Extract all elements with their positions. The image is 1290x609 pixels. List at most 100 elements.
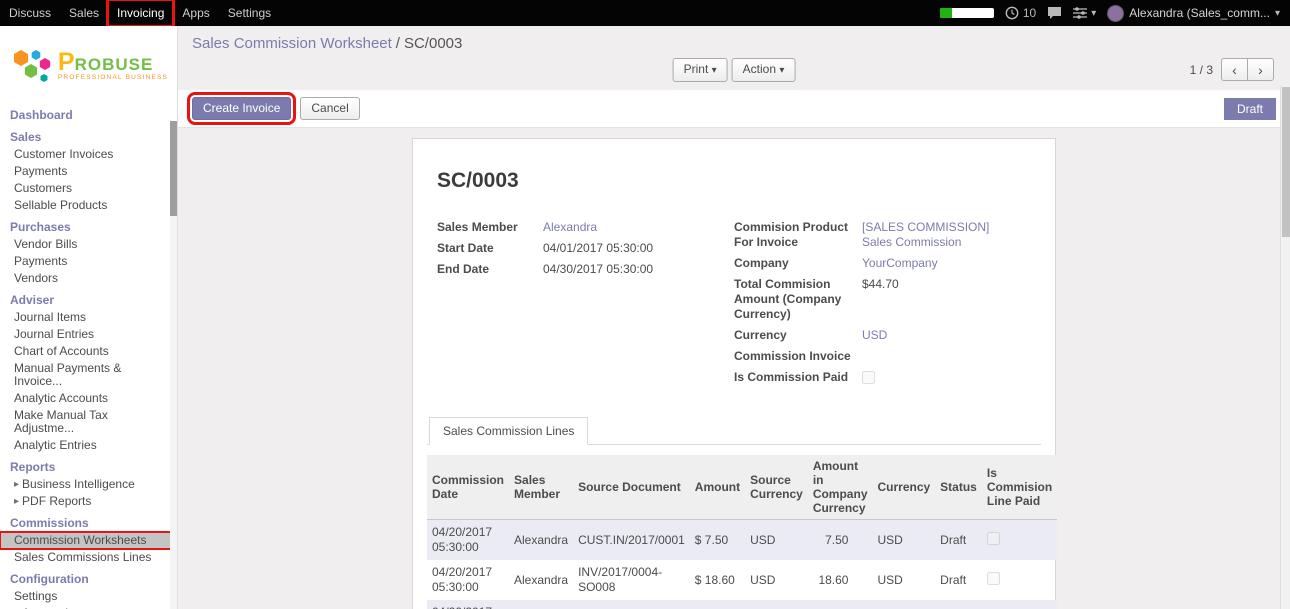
pager-previous-button[interactable]: ‹	[1221, 58, 1248, 81]
sidebar-item-analytic-accounts[interactable]: Analytic Accounts	[0, 390, 177, 407]
cell-source-document: INV/2017/0004-SO008	[573, 560, 690, 600]
field-value-total-commission-amount: $44.70	[862, 277, 899, 292]
cell-source-currency: USD	[745, 600, 808, 609]
sidebar-item-sales-commissions-lines[interactable]: Sales Commissions Lines	[0, 549, 177, 566]
tab-sales-commission-lines[interactable]: Sales Commission Lines	[429, 417, 588, 445]
menu-sales[interactable]: Sales	[60, 0, 108, 26]
sidebar-item-business-intelligence[interactable]: ▸Business Intelligence	[0, 476, 177, 493]
sidebar-item-chart-of-accounts[interactable]: Chart of Accounts	[0, 343, 177, 360]
cell-line-paid	[982, 600, 1057, 609]
col-status[interactable]: Status	[935, 455, 982, 520]
menu-settings[interactable]: Settings	[219, 0, 280, 26]
menu-apps[interactable]: Apps	[173, 0, 218, 26]
user-menu[interactable]: Alexandra (Sales_comm... ▾	[1107, 5, 1280, 22]
sidebar-item-make-manual-tax-adjustment[interactable]: Make Manual Tax Adjustme...	[0, 407, 177, 437]
menu-discuss[interactable]: Discuss	[0, 0, 60, 26]
cell-source-document: SO008	[573, 600, 690, 609]
table-row[interactable]: 04/20/2017 05:30:00 Alexandra INV/2017/0…	[427, 560, 1057, 600]
cell-status: Draft	[935, 520, 982, 561]
breadcrumb-parent[interactable]: Sales Commission Worksheet	[192, 35, 392, 52]
sidebar-heading-commissions[interactable]: Commissions	[0, 515, 177, 532]
cell-amount-company: 18.60	[808, 560, 873, 600]
sidebar-item-vendor-bills[interactable]: Vendor Bills	[0, 236, 177, 253]
field-label-commission-invoice: Commission Invoice	[734, 349, 862, 364]
caret-right-icon: ▸	[14, 495, 19, 508]
sidebar-item-journal-entries[interactable]: Journal Entries	[0, 326, 177, 343]
chat-bubble-icon	[1047, 6, 1062, 20]
sidebar-item-sellable-products[interactable]: Sellable Products	[0, 197, 177, 214]
sidebar-scrollbar-thumb[interactable]	[170, 121, 177, 216]
col-sales-member[interactable]: Sales Member	[509, 455, 573, 520]
field-value-commission-product[interactable]: [SALES COMMISSION] Sales Commission	[862, 220, 1015, 250]
field-value-sales-member[interactable]: Alexandra	[543, 220, 597, 235]
field-value-company[interactable]: YourCompany	[862, 256, 938, 271]
field-value-start-date: 04/01/2017 05:30:00	[543, 241, 653, 256]
pager-next-button[interactable]: ›	[1247, 58, 1274, 81]
col-source-currency[interactable]: Source Currency	[745, 455, 808, 520]
sidebar-item-analytic-entries[interactable]: Analytic Entries	[0, 437, 177, 454]
activity-timer[interactable]: 10	[1005, 6, 1036, 20]
field-value-currency[interactable]: USD	[862, 328, 887, 343]
sidebar-scrollbar[interactable]	[170, 121, 177, 609]
sidebar-item-customers[interactable]: Customers	[0, 180, 177, 197]
col-is-commission-line-paid[interactable]: Is Commision Line Paid	[982, 455, 1057, 520]
line-paid-checkbox[interactable]	[987, 572, 1000, 585]
col-amount[interactable]: Amount	[690, 455, 745, 520]
col-commission-date[interactable]: Commission Date	[427, 455, 509, 520]
timer-count: 10	[1023, 6, 1036, 20]
breadcrumb-current: SC/0003	[404, 35, 462, 52]
sidebar-item-vendor-payments[interactable]: Payments	[0, 253, 177, 270]
app-logo[interactable]: PROBUSE PROFESSIONAL BUSINESS	[0, 26, 177, 102]
main-scrollbar[interactable]	[1280, 86, 1290, 609]
sidebar-item-commission-worksheets[interactable]: Commission Worksheets	[0, 532, 177, 549]
sidebar-item-customer-invoices[interactable]: Customer Invoices	[0, 146, 177, 163]
messages-menu[interactable]	[1047, 6, 1062, 20]
is-commission-paid-checkbox[interactable]	[862, 371, 875, 384]
cell-sales-member: Alexandra	[509, 520, 573, 561]
status-badge[interactable]: Draft	[1224, 98, 1276, 120]
chevron-left-icon: ‹	[1232, 62, 1237, 78]
menu-invoicing[interactable]: Invoicing	[108, 0, 173, 26]
sidebar-item-settings[interactable]: Settings	[0, 588, 177, 605]
sidebar-heading-sales[interactable]: Sales	[0, 129, 177, 146]
col-source-document[interactable]: Source Document	[573, 455, 690, 520]
field-label-is-commission-paid: Is Commission Paid	[734, 370, 862, 385]
pager: ‹ ›	[1221, 58, 1274, 81]
main-scrollbar-thumb[interactable]	[1282, 87, 1290, 237]
sidebar-heading-dashboard[interactable]: Dashboard	[0, 107, 177, 124]
table-row[interactable]: 04/20/2017 05:30:00 Alexandra CUST.IN/20…	[427, 520, 1057, 561]
sidebar-heading-adviser[interactable]: Adviser	[0, 292, 177, 309]
field-label-commission-product: Commision Product For Invoice	[734, 220, 862, 250]
cell-commission-date: 04/20/2017 05:30:00	[427, 520, 509, 561]
sidebar-item-accounting[interactable]: ▸Accounting	[0, 605, 177, 609]
field-label-start-date: Start Date	[437, 241, 543, 256]
sidebar-heading-reports[interactable]: Reports	[0, 459, 177, 476]
sidebar-item-journal-items[interactable]: Journal Items	[0, 309, 177, 326]
form-sheet: SC/0003 Sales Member Alexandra Start Dat…	[412, 138, 1056, 609]
print-button[interactable]: Print ▾	[673, 58, 728, 82]
cell-line-paid	[982, 520, 1057, 561]
create-invoice-button[interactable]: Create Invoice	[192, 97, 291, 120]
cancel-button[interactable]: Cancel	[300, 97, 359, 120]
clock-icon	[1005, 6, 1019, 20]
field-label-currency: Currency	[734, 328, 862, 343]
col-currency[interactable]: Currency	[872, 455, 935, 520]
table-row[interactable]: 04/20/2017 10:35:53 Alexandra SO008 $ 18…	[427, 600, 1057, 609]
cell-sales-member: Alexandra	[509, 600, 573, 609]
sidebar-item-payments[interactable]: Payments	[0, 163, 177, 180]
debug-tools-menu[interactable]: ▾	[1073, 7, 1096, 19]
line-paid-checkbox[interactable]	[987, 532, 1000, 545]
planner-progressbar[interactable]	[940, 8, 994, 18]
field-group-left: Sales Member Alexandra Start Date 04/01/…	[437, 217, 734, 391]
probuse-logo-icon	[9, 48, 55, 84]
sidebar-heading-purchases[interactable]: Purchases	[0, 219, 177, 236]
user-avatar	[1107, 5, 1124, 22]
cell-source-document: CUST.IN/2017/0001	[573, 520, 690, 561]
sidebar-item-manual-payments-invoice[interactable]: Manual Payments & Invoice...	[0, 360, 177, 390]
caret-down-icon: ▾	[779, 65, 784, 76]
sidebar-item-pdf-reports[interactable]: ▸PDF Reports	[0, 493, 177, 510]
action-button[interactable]: Action ▾	[732, 58, 796, 82]
col-amount-company-currency[interactable]: Amount in Company Currency	[808, 455, 873, 520]
sidebar-item-vendors[interactable]: Vendors	[0, 270, 177, 287]
sidebar-heading-configuration[interactable]: Configuration	[0, 571, 177, 588]
